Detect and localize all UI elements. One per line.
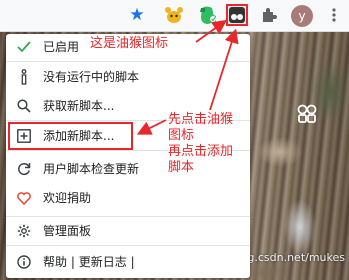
menu-footer-links: 帮助 | 更新日志 | [43,254,135,270]
menu-item-label: 用户脚本检查更新 [43,162,140,176]
gear-icon [16,222,32,240]
extensions-puzzle-icon[interactable] [258,4,280,26]
search-icon [16,97,32,115]
heart-icon [16,189,32,207]
menu-item-label: 没有运行中的脚本 [43,70,140,84]
annotation-tampermonkey-icon: 这是油猴图标 [90,36,169,51]
footer-separator: | [70,255,75,269]
menu-item-label: 管理面板 [43,224,92,238]
help-link[interactable]: 帮助 [43,255,67,269]
menu-footer: 帮助 | 更新日志 | [6,251,250,273]
menu-item-donate[interactable]: 欢迎捐助 [6,187,250,209]
menu-item-label: 已启用 [43,40,80,54]
annotation-steps: 先点击油猴 图标 再点击添加 脚本 [168,112,233,176]
tampermonkey-icon[interactable] [226,4,248,26]
menu-divider [6,245,250,246]
menu-item-label: 欢迎捐助 [43,191,92,205]
menu-item-dashboard[interactable]: 管理面板 [6,220,250,242]
tampermonkey-logo-icon [297,104,317,124]
add-script-highlight [8,122,133,150]
menu-item-no-scripts: 没有运行中的脚本 [6,66,250,88]
menu-item-label: 获取新脚本... [43,99,115,113]
annotation-step-line: 先点击油猴 [168,112,234,127]
evernote-extension-icon[interactable] [196,4,218,26]
check-icon [16,38,32,56]
avatar[interactable]: y [291,5,313,27]
annotation-step-line: 脚本 [168,160,195,175]
menu-divider [6,61,250,62]
footer-separator: | [130,255,135,269]
more-menu-icon[interactable] [323,4,345,26]
annotation-step-line: 图标 [168,128,195,143]
mouse-extension-icon[interactable] [163,4,185,26]
changelog-link[interactable]: 更新日志 [79,255,127,269]
refresh-icon [16,160,32,178]
menu-divider [6,216,250,217]
info-icon [16,68,32,86]
annotation-step-line: 再点击添加 [168,144,234,159]
browser-toolbar: ★ y [0,0,349,32]
help-icon [16,253,32,271]
star-icon[interactable]: ★ [126,4,148,26]
